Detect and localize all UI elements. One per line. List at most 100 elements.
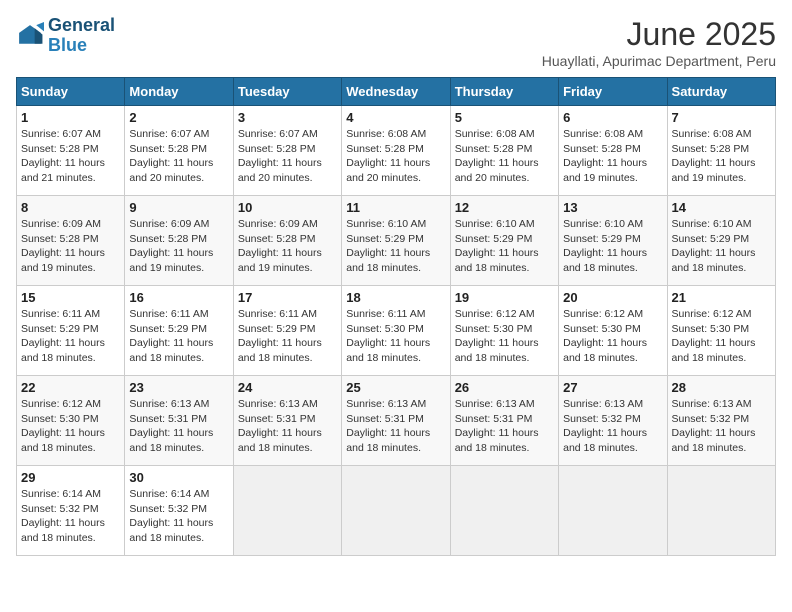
- weekday-header: Monday: [125, 78, 233, 106]
- day-number: 18: [346, 290, 445, 305]
- day-info: Sunrise: 6:11 AMSunset: 5:29 PMDaylight:…: [129, 307, 228, 366]
- calendar-day-cell: 7 Sunrise: 6:08 AMSunset: 5:28 PMDaylight…: [667, 106, 775, 196]
- day-number: 4: [346, 110, 445, 125]
- weekday-header: Saturday: [667, 78, 775, 106]
- day-number: 19: [455, 290, 554, 305]
- day-number: 29: [21, 470, 120, 485]
- weekday-header: Thursday: [450, 78, 558, 106]
- day-number: 27: [563, 380, 662, 395]
- day-info: Sunrise: 6:13 AMSunset: 5:31 PMDaylight:…: [346, 397, 445, 456]
- calendar-week-row: 15Sunrise: 6:11 AMSunset: 5:29 PMDayligh…: [17, 286, 776, 376]
- day-info: Sunrise: 6:10 AMSunset: 5:29 PMDaylight:…: [672, 217, 771, 276]
- day-number: 25: [346, 380, 445, 395]
- day-info: Sunrise: 6:11 AMSunset: 5:29 PMDaylight:…: [21, 307, 120, 366]
- calendar-day-cell: 29 Sunrise: 6:14 AMSunset: 5:32 PMDayligh…: [17, 466, 125, 556]
- day-info: Sunrise: 6:10 AMSunset: 5:29 PMDaylight:…: [455, 217, 554, 276]
- calendar-day-cell: 21Sunrise: 6:12 AMSunset: 5:30 PMDayligh…: [667, 286, 775, 376]
- day-number: 7: [672, 110, 771, 125]
- title-block: June 2025 Huayllati, Apurimac Department…: [542, 16, 776, 69]
- calendar-header-row: SundayMondayTuesdayWednesdayThursdayFrid…: [17, 78, 776, 106]
- calendar-week-row: 22 Sunrise: 6:12 AMSunset: 5:30 PMDayligh…: [17, 376, 776, 466]
- day-number: 8: [21, 200, 120, 215]
- day-info: Sunrise: 6:09 AMSunset: 5:28 PMDaylight:…: [129, 217, 228, 276]
- day-info: Sunrise: 6:07 AMSunset: 5:28 PMDaylight:…: [21, 127, 120, 186]
- day-number: 28: [672, 380, 771, 395]
- weekday-header: Tuesday: [233, 78, 341, 106]
- calendar-day-cell: 27 Sunrise: 6:13 AMSunset: 5:32 PMDayligh…: [559, 376, 667, 466]
- calendar-day-cell: 5 Sunrise: 6:08 AMSunset: 5:28 PMDaylight…: [450, 106, 558, 196]
- day-number: 24: [238, 380, 337, 395]
- day-number: 9: [129, 200, 228, 215]
- day-number: 30: [129, 470, 228, 485]
- day-number: 2: [129, 110, 228, 125]
- day-info: Sunrise: 6:07 AMSunset: 5:28 PMDaylight:…: [129, 127, 228, 186]
- day-info: Sunrise: 6:10 AMSunset: 5:29 PMDaylight:…: [346, 217, 445, 276]
- calendar-day-cell: 25 Sunrise: 6:13 AMSunset: 5:31 PMDayligh…: [342, 376, 450, 466]
- calendar-day-cell: 13 Sunrise: 6:10 AMSunset: 5:29 PMDayligh…: [559, 196, 667, 286]
- logo-icon: [16, 22, 44, 50]
- day-info: Sunrise: 6:13 AMSunset: 5:31 PMDaylight:…: [129, 397, 228, 456]
- day-number: 11: [346, 200, 445, 215]
- logo: General Blue: [16, 16, 115, 56]
- day-info: Sunrise: 6:12 AMSunset: 5:30 PMDaylight:…: [455, 307, 554, 366]
- day-number: 17: [238, 290, 337, 305]
- calendar-day-cell: 14 Sunrise: 6:10 AMSunset: 5:29 PMDayligh…: [667, 196, 775, 286]
- day-info: Sunrise: 6:08 AMSunset: 5:28 PMDaylight:…: [346, 127, 445, 186]
- weekday-header: Friday: [559, 78, 667, 106]
- day-info: Sunrise: 6:08 AMSunset: 5:28 PMDaylight:…: [455, 127, 554, 186]
- day-info: Sunrise: 6:12 AMSunset: 5:30 PMDaylight:…: [672, 307, 771, 366]
- calendar-table: SundayMondayTuesdayWednesdayThursdayFrid…: [16, 77, 776, 556]
- calendar-week-row: 29 Sunrise: 6:14 AMSunset: 5:32 PMDayligh…: [17, 466, 776, 556]
- calendar-day-cell: 8 Sunrise: 6:09 AMSunset: 5:28 PMDaylight…: [17, 196, 125, 286]
- day-info: Sunrise: 6:13 AMSunset: 5:32 PMDaylight:…: [563, 397, 662, 456]
- day-info: Sunrise: 6:08 AMSunset: 5:28 PMDaylight:…: [563, 127, 662, 186]
- calendar-day-cell: [559, 466, 667, 556]
- calendar-day-cell: 16Sunrise: 6:11 AMSunset: 5:29 PMDayligh…: [125, 286, 233, 376]
- calendar-day-cell: 26 Sunrise: 6:13 AMSunset: 5:31 PMDayligh…: [450, 376, 558, 466]
- calendar-day-cell: 10Sunrise: 6:09 AMSunset: 5:28 PMDayligh…: [233, 196, 341, 286]
- calendar-day-cell: 15Sunrise: 6:11 AMSunset: 5:29 PMDayligh…: [17, 286, 125, 376]
- calendar-day-cell: 17 Sunrise: 6:11 AMSunset: 5:29 PMDayligh…: [233, 286, 341, 376]
- location-subtitle: Huayllati, Apurimac Department, Peru: [542, 53, 776, 69]
- day-number: 5: [455, 110, 554, 125]
- weekday-header: Wednesday: [342, 78, 450, 106]
- day-info: Sunrise: 6:11 AMSunset: 5:29 PMDaylight:…: [238, 307, 337, 366]
- day-info: Sunrise: 6:09 AMSunset: 5:28 PMDaylight:…: [21, 217, 120, 276]
- calendar-day-cell: [342, 466, 450, 556]
- logo-line2: Blue: [48, 36, 115, 56]
- logo-text: General Blue: [48, 16, 115, 56]
- calendar-day-cell: 11 Sunrise: 6:10 AMSunset: 5:29 PMDayligh…: [342, 196, 450, 286]
- calendar-day-cell: [667, 466, 775, 556]
- day-info: Sunrise: 6:10 AMSunset: 5:29 PMDaylight:…: [563, 217, 662, 276]
- calendar-day-cell: 2 Sunrise: 6:07 AMSunset: 5:28 PMDaylight…: [125, 106, 233, 196]
- calendar-week-row: 1 Sunrise: 6:07 AMSunset: 5:28 PMDaylight…: [17, 106, 776, 196]
- day-number: 6: [563, 110, 662, 125]
- day-number: 23: [129, 380, 228, 395]
- day-info: Sunrise: 6:13 AMSunset: 5:31 PMDaylight:…: [238, 397, 337, 456]
- calendar-day-cell: 19 Sunrise: 6:12 AMSunset: 5:30 PMDayligh…: [450, 286, 558, 376]
- calendar-day-cell: 22 Sunrise: 6:12 AMSunset: 5:30 PMDayligh…: [17, 376, 125, 466]
- calendar-day-cell: 24 Sunrise: 6:13 AMSunset: 5:31 PMDayligh…: [233, 376, 341, 466]
- day-info: Sunrise: 6:12 AMSunset: 5:30 PMDaylight:…: [21, 397, 120, 456]
- day-number: 20: [563, 290, 662, 305]
- day-number: 13: [563, 200, 662, 215]
- day-number: 14: [672, 200, 771, 215]
- day-info: Sunrise: 6:13 AMSunset: 5:31 PMDaylight:…: [455, 397, 554, 456]
- day-info: Sunrise: 6:13 AMSunset: 5:32 PMDaylight:…: [672, 397, 771, 456]
- day-info: Sunrise: 6:14 AMSunset: 5:32 PMDaylight:…: [21, 487, 120, 546]
- calendar-day-cell: 12 Sunrise: 6:10 AMSunset: 5:29 PMDayligh…: [450, 196, 558, 286]
- day-info: Sunrise: 6:11 AMSunset: 5:30 PMDaylight:…: [346, 307, 445, 366]
- calendar-day-cell: 6 Sunrise: 6:08 AMSunset: 5:28 PMDaylight…: [559, 106, 667, 196]
- day-number: 22: [21, 380, 120, 395]
- calendar-day-cell: 30Sunrise: 6:14 AMSunset: 5:32 PMDayligh…: [125, 466, 233, 556]
- calendar-day-cell: 4 Sunrise: 6:08 AMSunset: 5:28 PMDaylight…: [342, 106, 450, 196]
- day-number: 1: [21, 110, 120, 125]
- day-info: Sunrise: 6:08 AMSunset: 5:28 PMDaylight:…: [672, 127, 771, 186]
- calendar-day-cell: 23 Sunrise: 6:13 AMSunset: 5:31 PMDayligh…: [125, 376, 233, 466]
- page-header: General Blue June 2025 Huayllati, Apurim…: [16, 16, 776, 69]
- calendar-day-cell: 28 Sunrise: 6:13 AMSunset: 5:32 PMDayligh…: [667, 376, 775, 466]
- logo-line1: General: [48, 16, 115, 36]
- day-number: 12: [455, 200, 554, 215]
- weekday-header: Sunday: [17, 78, 125, 106]
- day-number: 26: [455, 380, 554, 395]
